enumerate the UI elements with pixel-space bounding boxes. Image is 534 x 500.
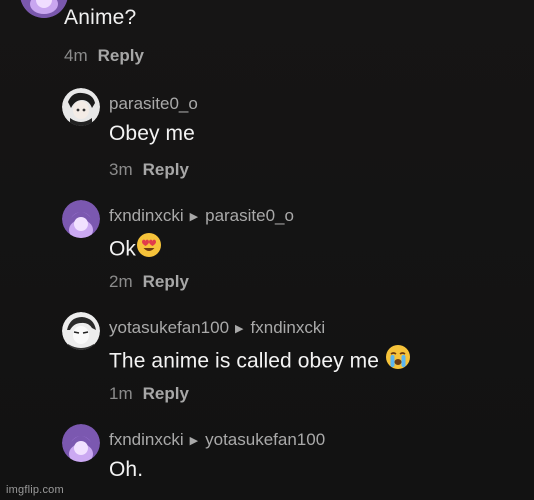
reply-comment: fxndinxcki ▶ parasite0_o Ok 2m Reply bbox=[62, 200, 522, 300]
reply-arrow-icon: ▶ bbox=[189, 435, 199, 447]
username[interactable]: fxndinxcki bbox=[109, 430, 184, 449]
reply-to-username[interactable]: fxndinxcki bbox=[251, 318, 326, 337]
username-line: yotasukefan100 ▶ fxndinxcki bbox=[109, 318, 325, 338]
comment-meta: 2m Reply bbox=[109, 272, 189, 292]
crying-emoji-icon bbox=[385, 344, 411, 376]
heart-eyes-emoji-icon bbox=[136, 232, 162, 264]
avatar[interactable] bbox=[62, 88, 100, 126]
comment-meta: 3m Reply bbox=[109, 160, 189, 180]
reply-arrow-icon: ▶ bbox=[189, 211, 199, 223]
reply-button[interactable]: Reply bbox=[98, 46, 144, 65]
comment-time: 1m bbox=[109, 384, 133, 403]
reply-comment: yotasukefan100 ▶ fxndinxcki The anime is c… bbox=[62, 312, 522, 412]
username[interactable]: parasite0_o bbox=[109, 94, 198, 113]
avatar[interactable] bbox=[20, 0, 68, 18]
reply-to-username[interactable]: yotasukefan100 bbox=[205, 430, 325, 449]
avatar[interactable] bbox=[62, 424, 100, 462]
comment-meta: 4m Reply bbox=[64, 46, 144, 66]
username-line: fxndinxcki ▶ parasite0_o bbox=[109, 206, 294, 226]
comment-text: Anime? bbox=[64, 6, 137, 29]
username[interactable]: fxndinxcki bbox=[109, 206, 184, 225]
reply-comment: parasite0_o Obey me 3m Reply bbox=[62, 88, 522, 188]
reply-button[interactable]: Reply bbox=[143, 384, 189, 403]
comment-thread: Anime? 4m Reply parasite0_o Obey me 3m Rep… bbox=[0, 0, 534, 500]
username-line: fxndinxcki ▶ yotasukefan100 bbox=[109, 430, 325, 450]
avatar[interactable] bbox=[62, 200, 100, 238]
comment-time: 2m bbox=[109, 272, 133, 291]
username-line: parasite0_o bbox=[109, 94, 198, 114]
comment-text: Ok bbox=[109, 232, 162, 266]
comment-text: Obey me bbox=[109, 122, 195, 145]
reply-arrow-icon: ▶ bbox=[235, 323, 244, 335]
avatar[interactable] bbox=[62, 312, 100, 350]
reply-button[interactable]: Reply bbox=[143, 272, 189, 291]
reply-comment: fxndinxcki ▶ yotasukefan100 Oh. bbox=[62, 424, 522, 500]
username[interactable]: yotasukefan100 bbox=[109, 318, 229, 337]
comment-time: 4m bbox=[64, 46, 88, 65]
comment-meta: 1m Reply bbox=[109, 384, 189, 404]
comment-text: The anime is called obey me bbox=[109, 344, 411, 378]
watermark: imgflip.com bbox=[6, 484, 64, 496]
reply-button[interactable]: Reply bbox=[143, 160, 189, 179]
comment-time: 3m bbox=[109, 160, 133, 179]
reply-to-username[interactable]: parasite0_o bbox=[205, 206, 294, 225]
comment-text: Oh. bbox=[109, 458, 144, 481]
